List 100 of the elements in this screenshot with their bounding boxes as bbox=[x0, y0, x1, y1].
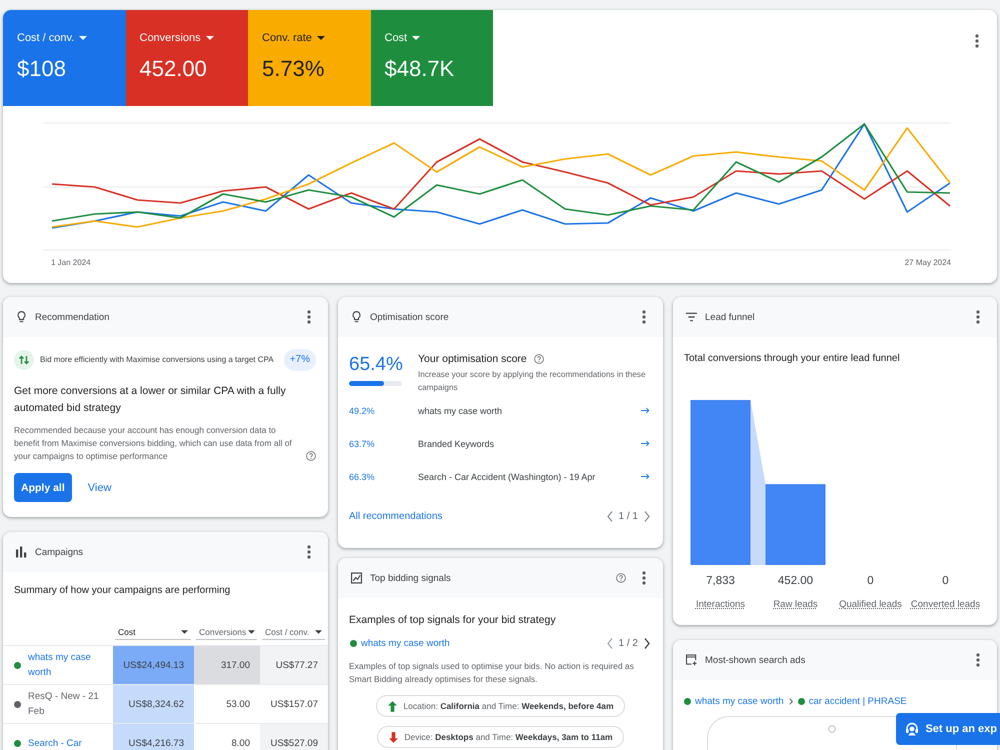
ad-path-link[interactable]: whats my case worth bbox=[695, 696, 784, 706]
caret-down-icon bbox=[316, 36, 325, 40]
axis-date-label: 27 May 2024 bbox=[904, 258, 951, 268]
ad-path-link[interactable]: car accident | PHRASE bbox=[808, 696, 907, 706]
more-options-icon[interactable] bbox=[307, 310, 311, 324]
campaign-link[interactable]: whats my case worth bbox=[361, 638, 450, 648]
more-options-icon[interactable] bbox=[642, 310, 646, 324]
more-options-icon[interactable] bbox=[642, 571, 646, 585]
more-options-icon[interactable] bbox=[976, 310, 980, 324]
camera-dot-icon bbox=[828, 725, 836, 733]
metric-label: Cost bbox=[384, 31, 408, 45]
primary-button[interactable]: Apply all bbox=[14, 473, 72, 502]
chevron-right-icon bbox=[788, 698, 793, 704]
text-button[interactable]: View bbox=[86, 473, 114, 502]
campaign-score: 49.2% bbox=[349, 406, 376, 416]
funnel-heading: Total conversions through your entire lead funnel bbox=[684, 352, 901, 366]
arrow-right-icon[interactable] bbox=[641, 407, 650, 414]
more-options-icon[interactable] bbox=[975, 34, 979, 48]
help-icon[interactable] bbox=[616, 573, 626, 583]
more-options-icon[interactable] bbox=[976, 653, 980, 667]
campaign-name: Search - Car Accident (Washington) - 19 Apr bbox=[418, 472, 596, 482]
chevron-left-icon[interactable] bbox=[606, 510, 613, 522]
card-title: Top bidding signals bbox=[370, 572, 451, 584]
arrow-right-icon[interactable] bbox=[641, 473, 650, 480]
chevron-right-icon[interactable] bbox=[644, 638, 650, 648]
campaign-name[interactable]: whats my case worth bbox=[28, 650, 104, 680]
column-header[interactable]: Conversions bbox=[196, 624, 257, 640]
funnel-value: 0 bbox=[942, 574, 949, 588]
caret-down-icon bbox=[206, 36, 214, 40]
score-heading: Your optimisation score bbox=[418, 352, 527, 366]
metric-tile[interactable]: Conversions 452.00 bbox=[126, 10, 248, 106]
arrow-right-icon[interactable] bbox=[641, 440, 650, 447]
metric-label: Conversions bbox=[140, 31, 201, 45]
table-cell: US$8,324.62 bbox=[113, 685, 194, 723]
more-options-icon[interactable] bbox=[307, 545, 311, 559]
axis-date-label: 1 Jan 2024 bbox=[51, 258, 91, 268]
metric-tile[interactable]: Conv. rate 5.73% bbox=[248, 10, 370, 106]
card-title: Campaigns bbox=[35, 546, 84, 558]
campaign-name[interactable]: ResQ - New - 21 Feb bbox=[28, 689, 104, 719]
table-cell: US$4,216.73 bbox=[113, 724, 194, 750]
filter-icon bbox=[686, 311, 697, 323]
funnel-stage-link[interactable]: Converted leads bbox=[910, 598, 980, 612]
metric-tile[interactable]: Cost $48.7K bbox=[370, 10, 493, 106]
card-title: Optimisation score bbox=[370, 312, 449, 322]
page-indicator: 1 / 1 bbox=[618, 510, 638, 522]
uplift-badge: +7% bbox=[284, 349, 316, 371]
metric-label: Conv. rate bbox=[262, 31, 312, 45]
recommendation-reason: Recommended because your account has enough conversion data to benefit from Maximise conversions bidding, which can use data from all of your campaigns to optimise performance bbox=[14, 424, 293, 463]
setup-expert-button[interactable]: Set up an exp bbox=[896, 713, 1000, 745]
metric-tile[interactable]: Cost / conv. $108 bbox=[3, 10, 126, 106]
table-cell: US$77.27 bbox=[260, 646, 328, 684]
recommendation-headline: Get more conversions at a lower or similar CPA with a fully automated bid strategy bbox=[14, 384, 287, 416]
campaign-score: 63.7% bbox=[349, 438, 376, 448]
card-title: Recommendation bbox=[35, 312, 110, 322]
column-header[interactable]: Cost / conv. bbox=[262, 624, 325, 640]
metric-label: Cost / conv. bbox=[17, 31, 74, 45]
recommendation-text: Bid more efficiently with Maximise conversions using a target CPA bbox=[40, 355, 275, 365]
bar-chart-icon bbox=[16, 546, 27, 558]
funnel-stage-link[interactable]: Raw leads bbox=[773, 598, 818, 612]
window-plus-icon bbox=[686, 654, 697, 666]
table-cell: US$527.09 bbox=[260, 724, 328, 750]
funnel-value: 0 bbox=[867, 574, 874, 588]
score-description: Increase your score by applying the recommendations in these campaigns bbox=[418, 369, 647, 394]
campaign-name[interactable]: Search - Car bbox=[28, 736, 82, 750]
campaign-name: Branded Keywords bbox=[418, 438, 496, 448]
card-title: Lead funnel bbox=[705, 312, 755, 322]
column-header[interactable]: Cost bbox=[115, 624, 191, 640]
all-recommendations-link[interactable]: All recommendations bbox=[349, 510, 442, 522]
lightbulb-icon bbox=[16, 311, 27, 323]
table-cell: US$24,494.13 bbox=[113, 646, 194, 684]
funnel-stage-link[interactable]: Interactions bbox=[696, 598, 746, 612]
chevron-left-icon[interactable] bbox=[606, 638, 613, 648]
signals-heading: Examples of top signals for your bid strategy bbox=[349, 613, 557, 627]
help-icon[interactable] bbox=[306, 451, 316, 461]
metric-value: $108 bbox=[17, 56, 66, 82]
page-indicator: 1 / 2 bbox=[618, 638, 638, 648]
lightbulb-icon bbox=[351, 311, 362, 323]
signal-text: Location: California and Time: Weekends, before 4am bbox=[403, 701, 614, 711]
help-icon[interactable] bbox=[534, 354, 544, 364]
caret-down-icon bbox=[248, 630, 256, 634]
funnel-value: 7,833 bbox=[706, 574, 735, 588]
funnel-value: 452.00 bbox=[778, 574, 814, 588]
metric-value: 5.73% bbox=[262, 56, 324, 82]
optimisation-score: 65.4% bbox=[349, 353, 404, 377]
caret-down-icon bbox=[181, 630, 188, 634]
signal-text: Device: Desktops and Time: Weekdays, 3am to 11am bbox=[404, 732, 613, 742]
caret-down-icon bbox=[315, 630, 322, 634]
headset-icon bbox=[905, 722, 920, 736]
caret-down-icon bbox=[412, 36, 420, 40]
card-title: Most-shown search ads bbox=[705, 654, 806, 666]
caret-down-icon bbox=[79, 36, 88, 40]
line-chart-icon bbox=[351, 572, 362, 584]
signals-description: Examples of top signals used to optimise your bids. No action is required as Smart Bidding already optimises for these signals. bbox=[349, 660, 635, 686]
campaign-score: 66.3% bbox=[349, 472, 376, 482]
campaigns-summary: Summary of how your campaigns are performing bbox=[14, 584, 232, 598]
campaign-name: whats my case worth bbox=[418, 406, 504, 416]
table-cell: 317.00 bbox=[194, 646, 260, 684]
funnel-stage-link[interactable]: Qualified leads bbox=[839, 598, 902, 612]
metric-value: $48.7K bbox=[384, 56, 454, 82]
metric-value: 452.00 bbox=[140, 56, 207, 82]
